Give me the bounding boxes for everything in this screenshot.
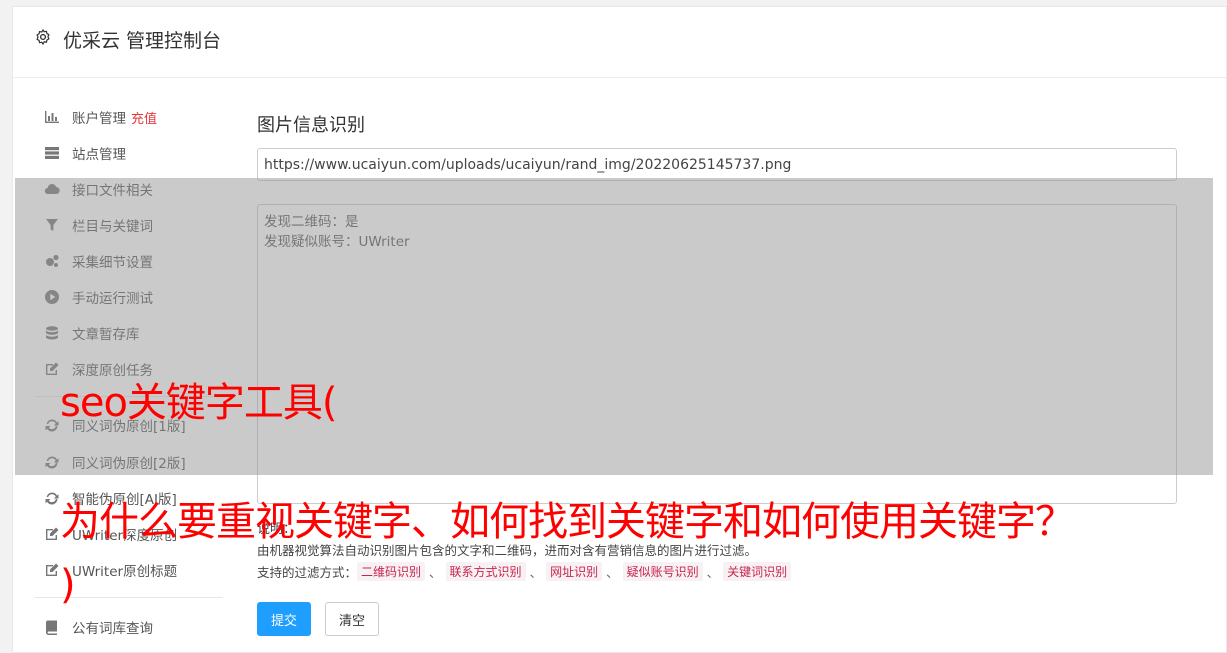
bar-chart-icon: [43, 109, 61, 125]
book-icon: [43, 619, 61, 635]
sidebar-item-article-store[interactable]: 文章暂存库: [43, 321, 140, 345]
filter-tag: 关键词识别: [723, 562, 792, 581]
sidebar-item-label: 文章暂存库: [72, 327, 140, 343]
console-title: 优采云 管理控制台: [63, 30, 222, 52]
sidebar-item-label: 采集细节设置: [72, 255, 153, 271]
sidebar-item-label: 栏目与关键词: [72, 219, 153, 235]
sidebar-item-label: UWriter原创标题: [72, 564, 178, 580]
sidebar-item-account[interactable]: 账户管理 充值: [43, 105, 157, 129]
console-panel: 优采云 管理控制台 账户管理 充值 站点管理 接口文件相关 栏目与关键词 采集细…: [12, 6, 1227, 653]
filter-separator: 、: [429, 565, 442, 580]
filter-label: 支持的过滤方式：: [257, 565, 358, 580]
cogs-icon: [43, 253, 61, 269]
image-url-input[interactable]: [257, 148, 1177, 181]
filter-tag: 疑似账号识别: [622, 562, 703, 581]
filter-icon: [43, 217, 61, 233]
filter-separator: 、: [706, 565, 720, 580]
page-header: 优采云 管理控制台: [13, 7, 1226, 78]
recharge-link[interactable]: 充值: [131, 108, 157, 127]
refresh-icon: [43, 417, 61, 433]
sidebar-item-sites[interactable]: 站点管理: [43, 141, 126, 165]
play-circle-icon: [43, 289, 61, 305]
result-textarea[interactable]: 发现二维码：是 发现疑似账号：UWriter: [257, 204, 1177, 504]
edit-icon: [43, 526, 61, 542]
sidebar-item-manual-run[interactable]: 手动运行测试: [43, 285, 153, 309]
refresh-icon: [43, 454, 61, 470]
result-line: 发现二维码：是: [264, 214, 359, 230]
sidebar-item-label: 站点管理: [72, 147, 126, 163]
database-icon: [43, 325, 61, 341]
sidebar-item-label: 深度原创任务: [72, 363, 153, 379]
sidebar-item-columns-keywords[interactable]: 栏目与关键词: [43, 213, 153, 237]
filter-methods: 支持的过滤方式： 二维码识别 、 联系方式识别 、 网址识别 、 疑似账号识别 …: [257, 562, 792, 581]
submit-button[interactable]: 提交: [257, 602, 311, 636]
filter-tag: 联系方式识别: [445, 562, 526, 581]
filter-tag: 二维码识别: [357, 562, 426, 581]
sidebar-item-label: 手动运行测试: [72, 291, 153, 307]
gear-icon: [36, 29, 50, 45]
overlay-headline-line1: seo关键字工具(: [60, 380, 338, 426]
edit-icon: [43, 562, 61, 578]
sidebar-item-label: 接口文件相关: [72, 183, 153, 199]
edit-icon: [43, 361, 61, 377]
clear-button[interactable]: 清空: [325, 602, 379, 636]
section-title: 图片信息识别: [257, 115, 365, 136]
overlay-headline-line2: 为什么要重视关键字、如何找到关键字和如何使用关键字？: [60, 499, 1075, 545]
sidebar-item-label: 公有词库查询: [72, 621, 153, 637]
result-line: 发现疑似账号：UWriter: [264, 234, 410, 250]
server-icon: [43, 145, 61, 161]
sidebar-item-collect-settings[interactable]: 采集细节设置: [43, 249, 153, 273]
sidebar-item-public-lexicon[interactable]: 公有词库查询: [43, 615, 153, 639]
sidebar-item-label: 账户管理: [72, 111, 126, 127]
filter-separator: 、: [529, 565, 543, 580]
sidebar-item-synonym-v2[interactable]: 同义词伪原创[2版]: [43, 450, 186, 474]
sidebar-item-label: 同义词伪原创[2版]: [72, 456, 186, 472]
refresh-icon: [43, 490, 61, 506]
filter-tag: 网址识别: [546, 562, 603, 581]
sidebar-item-deep-original[interactable]: 深度原创任务: [43, 357, 153, 381]
sidebar-item-api-files[interactable]: 接口文件相关: [43, 177, 153, 201]
overlay-headline-line3: ): [60, 562, 76, 608]
filter-separator: 、: [606, 565, 619, 580]
cloud-upload-icon: [43, 181, 61, 197]
